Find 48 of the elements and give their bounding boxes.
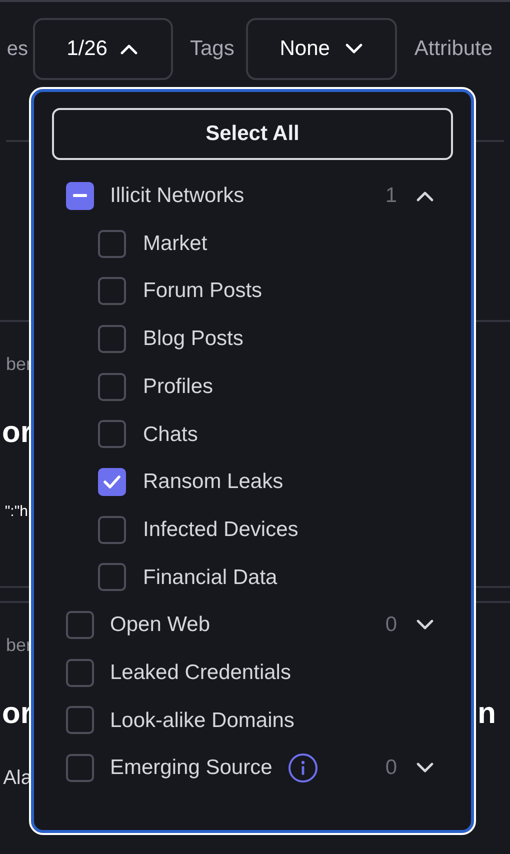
checkbox[interactable] [98,468,126,496]
checkmark-icon [102,474,122,490]
background-text: ber [6,352,32,376]
source-label[interactable]: Financial Data [143,562,278,594]
checkbox[interactable] [98,230,126,258]
checkbox[interactable] [66,754,94,782]
select-all-button[interactable]: Select All [52,108,453,160]
source-label[interactable]: Blog Posts [143,323,244,355]
source-label[interactable]: Forum Posts [143,275,262,307]
checkbox[interactable] [66,706,94,734]
chevron-down-icon [344,43,364,55]
source-label[interactable]: Infected Devices [143,514,298,546]
checkbox[interactable] [98,372,126,401]
source-label[interactable]: Ransom Leaks [143,466,284,498]
count: 0 [385,755,397,782]
filter-label: es [6,37,28,62]
checkbox[interactable] [66,182,94,210]
background-text: ber [6,634,32,656]
info-icon[interactable] [288,753,318,784]
source-label[interactable]: Look-alike Domains [110,704,294,736]
checkbox[interactable] [66,658,94,687]
source-label[interactable]: Leaked Credentials [110,656,291,688]
tags-label: Tags [190,36,234,62]
source-label[interactable]: Emerging Source [110,752,272,784]
background-text: or [2,414,32,450]
chevron-down-icon[interactable] [415,762,435,774]
checkbox[interactable] [98,420,126,448]
source-label[interactable]: Market [143,228,208,260]
background-text: ":"h [4,502,28,522]
count: 0 [385,612,397,638]
source-label[interactable]: Illicit Networks [110,180,244,212]
checkbox[interactable] [98,516,126,544]
background-text: or [2,696,32,732]
checkbox[interactable] [98,277,126,306]
chevron-up-icon [119,43,140,55]
attribute-label: Attribute [414,36,493,62]
source-label[interactable]: Chats [143,418,198,450]
chevron-up-icon[interactable] [415,190,435,202]
count: 1 [385,183,397,210]
checkbox[interactable] [98,324,126,353]
checkbox[interactable] [66,611,94,640]
checkbox[interactable] [98,563,126,592]
source-label[interactable]: Open Web [110,609,210,641]
source-label[interactable]: Profiles [143,370,214,402]
chevron-down-icon[interactable] [415,619,435,632]
sources-dropdown[interactable]: 1/26 [33,18,173,80]
tags-dropdown[interactable]: None [246,18,398,80]
background-heading: n [478,696,496,732]
